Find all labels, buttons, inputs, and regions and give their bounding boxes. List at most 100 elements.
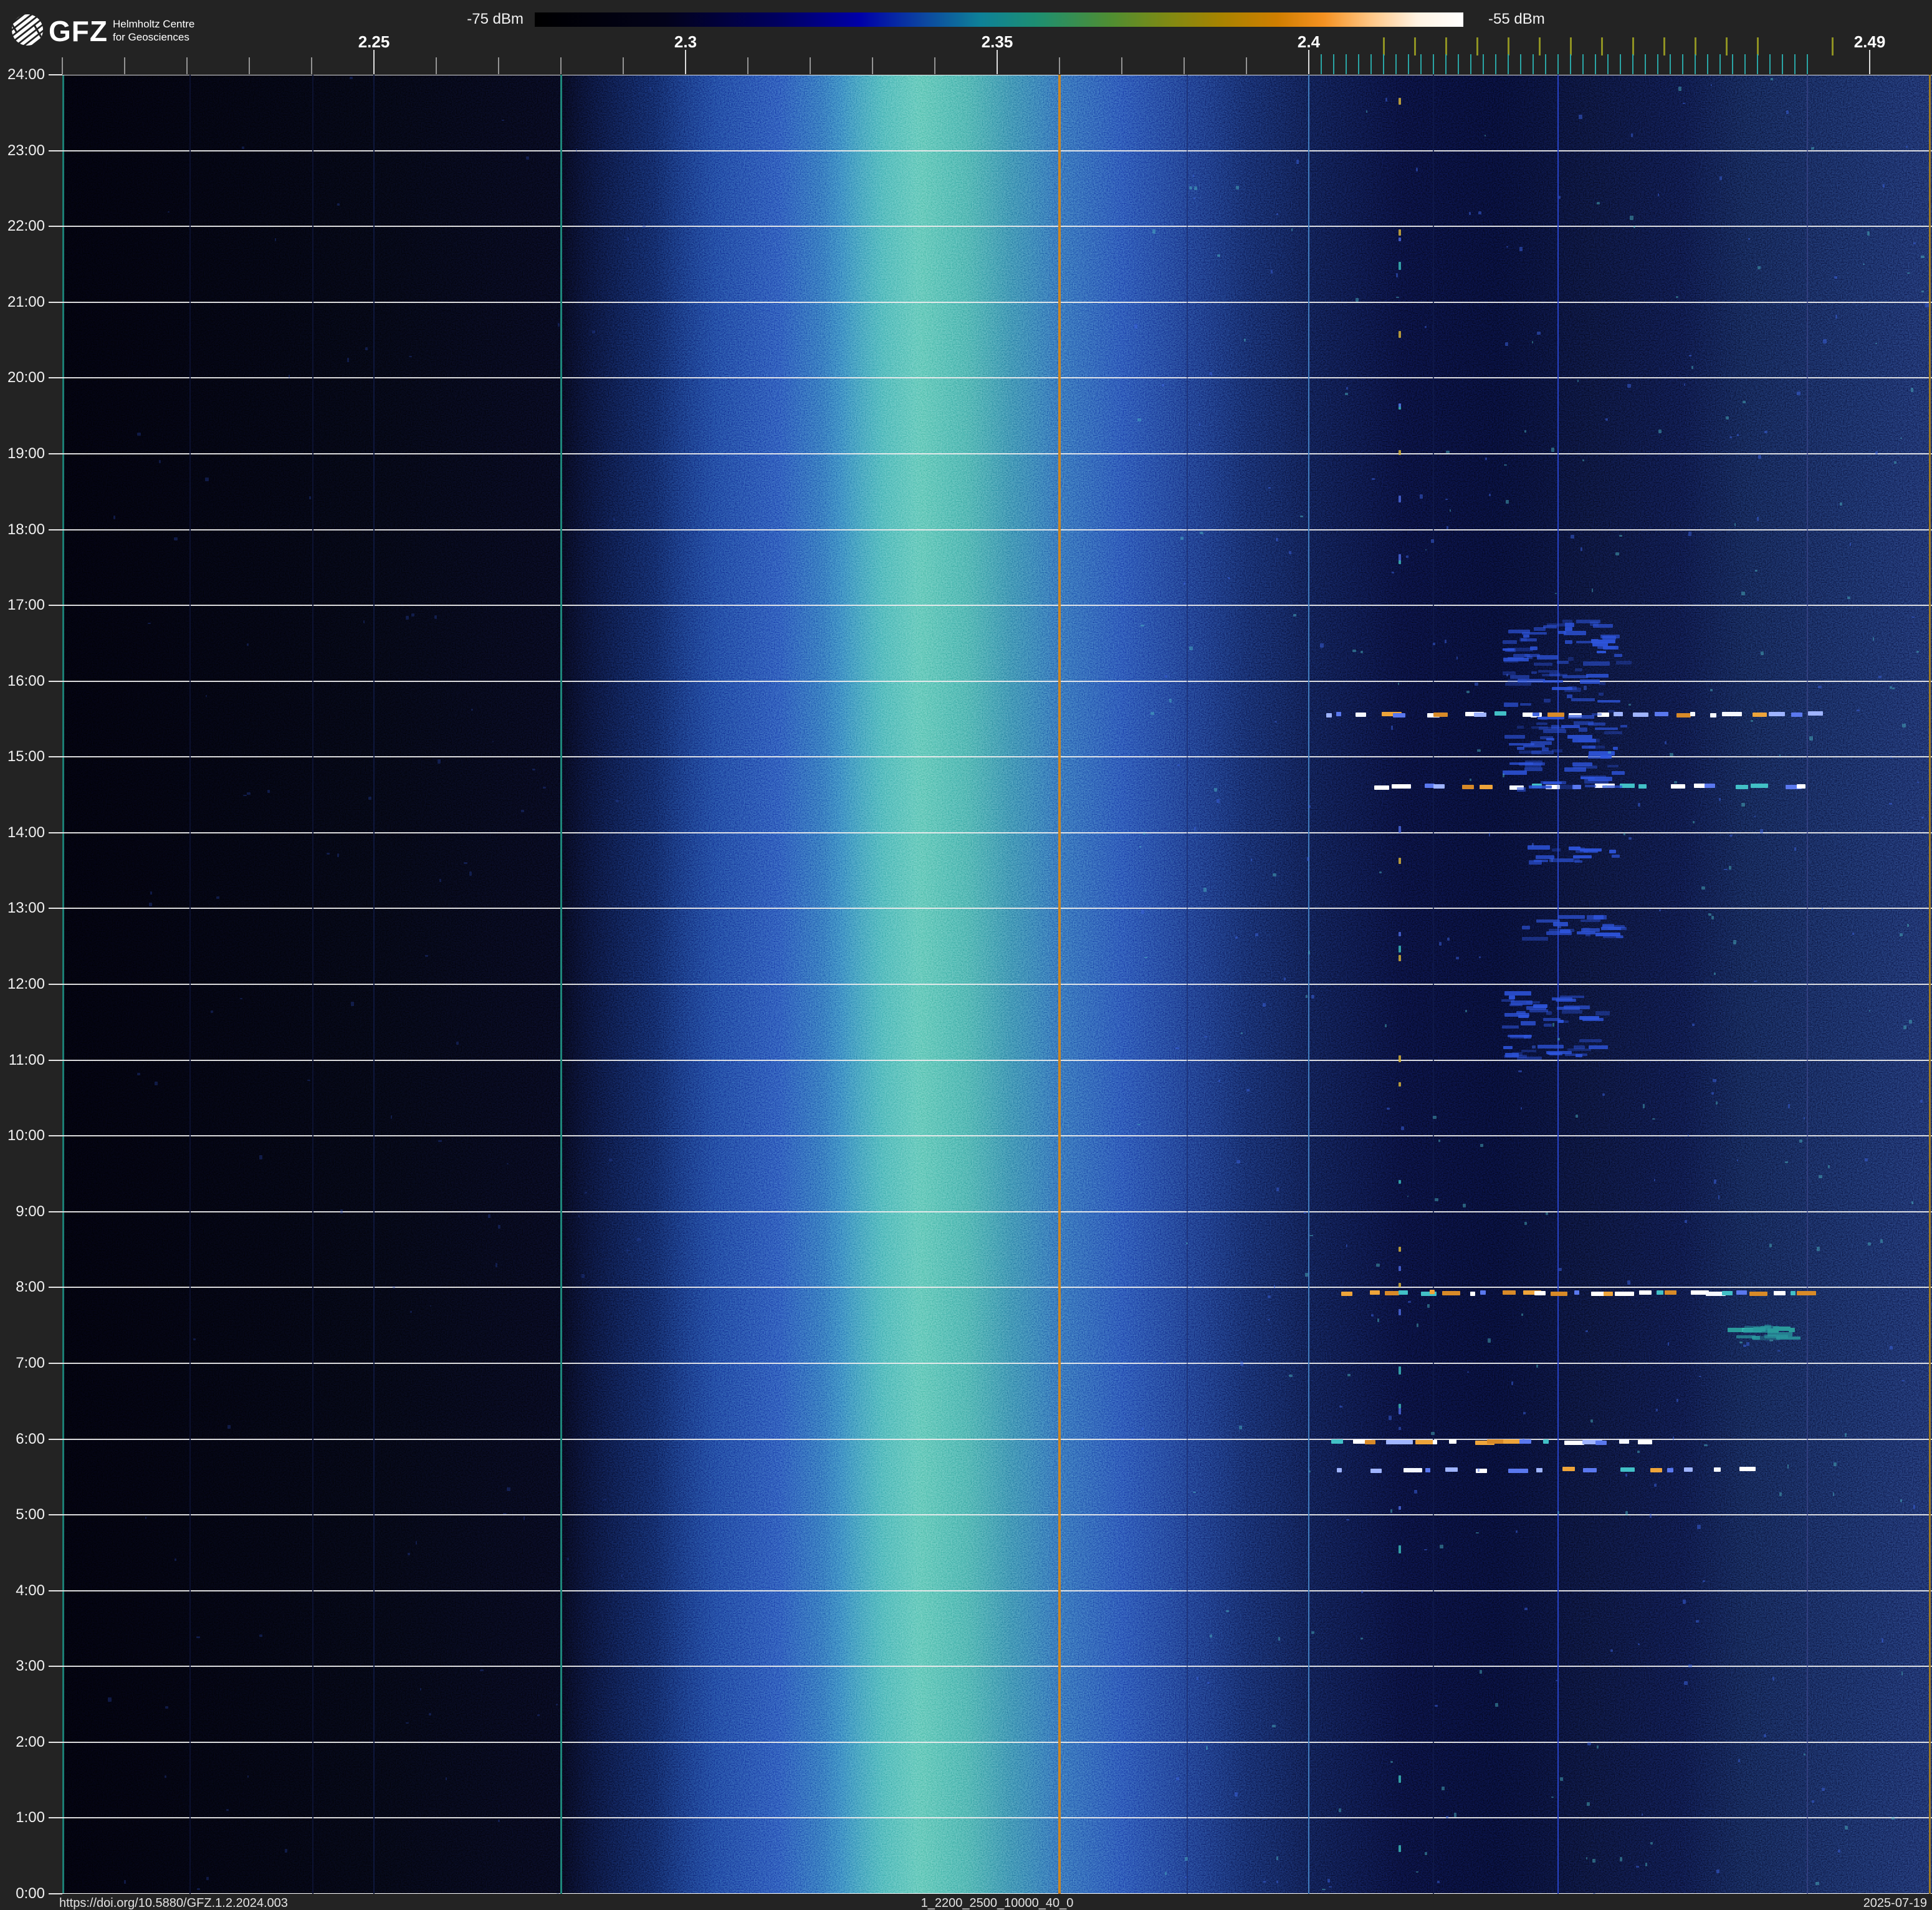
rf-burst-dash bbox=[1503, 1290, 1516, 1295]
hour-label: 4:00 bbox=[16, 1581, 45, 1599]
wifi-activity-dash bbox=[1614, 654, 1622, 657]
noise-speck bbox=[1710, 689, 1713, 692]
wifi-activity-dash bbox=[1542, 679, 1563, 683]
rf-burst-dash bbox=[1341, 1292, 1352, 1297]
wifi-activity-dash bbox=[1568, 714, 1595, 719]
wifi-activity-dash bbox=[1523, 635, 1529, 638]
noise-speck bbox=[1726, 416, 1729, 420]
noise-speck bbox=[1344, 392, 1348, 396]
wifi-activity-dash bbox=[1501, 1025, 1519, 1029]
wifi-activity-dash bbox=[1543, 1024, 1552, 1027]
noise-speck bbox=[1390, 1509, 1393, 1514]
noise-speck bbox=[1328, 1886, 1332, 1888]
beacon-dot bbox=[1399, 955, 1401, 961]
wifi-activity-dash bbox=[1574, 860, 1582, 863]
noise-speck bbox=[1817, 1247, 1820, 1252]
noise-speck bbox=[1532, 1045, 1536, 1049]
hour-gridline bbox=[62, 529, 1932, 530]
wifi-activity-dash bbox=[1567, 694, 1572, 698]
noise-speck bbox=[368, 797, 372, 800]
noise-speck bbox=[351, 1002, 354, 1006]
noise-speck bbox=[1376, 1264, 1380, 1267]
wifi-channel-tick bbox=[1507, 37, 1509, 55]
rf-burst-dash bbox=[1665, 1290, 1676, 1295]
noise-speck bbox=[1524, 1608, 1528, 1611]
noise-speck bbox=[407, 1552, 410, 1555]
wifi-activity-dash bbox=[1546, 1010, 1552, 1015]
noise-speck bbox=[1361, 1591, 1363, 1593]
noise-speck bbox=[1560, 1777, 1564, 1782]
noise-speck bbox=[1901, 1380, 1905, 1381]
wifi-activity-dash bbox=[1581, 775, 1606, 779]
hour-tick bbox=[49, 1514, 62, 1516]
rf-burst-dash bbox=[1415, 1439, 1433, 1444]
hour-gridline bbox=[62, 1893, 1932, 1894]
wifi-activity-dash bbox=[1521, 926, 1530, 930]
noise-speck bbox=[1519, 246, 1523, 251]
noise-speck bbox=[1468, 211, 1471, 215]
beacon-dot bbox=[1399, 450, 1401, 456]
noise-speck bbox=[206, 1876, 209, 1880]
noise-speck bbox=[1628, 837, 1632, 840]
noise-speck bbox=[1274, 721, 1277, 722]
hour-label: 10:00 bbox=[7, 1127, 45, 1145]
wifi-activity-dash bbox=[1574, 1045, 1585, 1049]
noise-speck bbox=[242, 794, 247, 797]
noise-speck bbox=[1276, 1856, 1279, 1861]
beacon-dot bbox=[1399, 262, 1401, 271]
noise-speck bbox=[1531, 340, 1533, 343]
noise-speck bbox=[1571, 535, 1575, 539]
noise-speck bbox=[1244, 338, 1246, 342]
wifi-activity-dash bbox=[1588, 722, 1606, 726]
noise-speck bbox=[1189, 646, 1193, 651]
noise-speck bbox=[1273, 1285, 1275, 1289]
hour-tick bbox=[49, 226, 62, 228]
hour-tick bbox=[49, 453, 62, 454]
wifi-activity-dash bbox=[1571, 698, 1595, 701]
noise-speck bbox=[1240, 1032, 1243, 1035]
noise-speck bbox=[1867, 1242, 1871, 1246]
noise-speck bbox=[1218, 1080, 1221, 1082]
freq-minor-tick bbox=[186, 57, 188, 74]
wifi-activity-dash bbox=[1524, 767, 1543, 772]
noise-speck bbox=[1275, 538, 1279, 541]
noise-speck bbox=[1839, 502, 1843, 506]
wifi-activity-dash bbox=[1591, 640, 1615, 644]
noise-speck bbox=[227, 1424, 231, 1429]
beacon-dot bbox=[1399, 1246, 1401, 1252]
noise-speck bbox=[1236, 1159, 1240, 1164]
noise-speck bbox=[1431, 1432, 1435, 1435]
noise-speck bbox=[390, 1115, 392, 1120]
noise-speck bbox=[1456, 656, 1458, 660]
freq-minor-tick bbox=[436, 57, 437, 74]
rf-burst-dash bbox=[1547, 712, 1564, 717]
noise-speck bbox=[1163, 1361, 1167, 1364]
freq-minor-tick bbox=[311, 57, 312, 74]
wifi-activity-dash bbox=[1586, 915, 1607, 919]
noise-speck bbox=[1670, 753, 1673, 756]
noise-speck bbox=[1217, 254, 1220, 257]
noise-speck bbox=[155, 1081, 158, 1086]
beacon-dot bbox=[1399, 237, 1401, 242]
wifi-activity-dash bbox=[1564, 640, 1573, 644]
wifi-activity-dash bbox=[1582, 661, 1610, 666]
noise-speck bbox=[1710, 84, 1712, 87]
beacon-dot bbox=[1399, 403, 1401, 407]
noise-speck bbox=[1485, 457, 1488, 460]
noise-speck bbox=[1734, 523, 1736, 526]
noise-speck bbox=[495, 1262, 497, 1267]
noise-speck bbox=[1466, 1371, 1469, 1373]
beacon-dot bbox=[1399, 1545, 1401, 1554]
ble-channel-tick bbox=[1370, 54, 1372, 74]
hour-tick bbox=[49, 1893, 62, 1894]
noise-speck bbox=[1423, 1548, 1427, 1551]
noise-speck bbox=[411, 613, 415, 617]
noise-speck bbox=[1718, 1195, 1719, 1199]
rf-burst-dash bbox=[1473, 713, 1487, 717]
hour-label: 22:00 bbox=[7, 218, 45, 235]
noise-speck bbox=[1466, 690, 1470, 694]
noise-speck bbox=[267, 789, 270, 793]
wifi-activity-dash bbox=[1516, 726, 1524, 729]
noise-speck bbox=[1653, 1483, 1657, 1487]
wifi-activity-dash bbox=[1612, 771, 1625, 775]
